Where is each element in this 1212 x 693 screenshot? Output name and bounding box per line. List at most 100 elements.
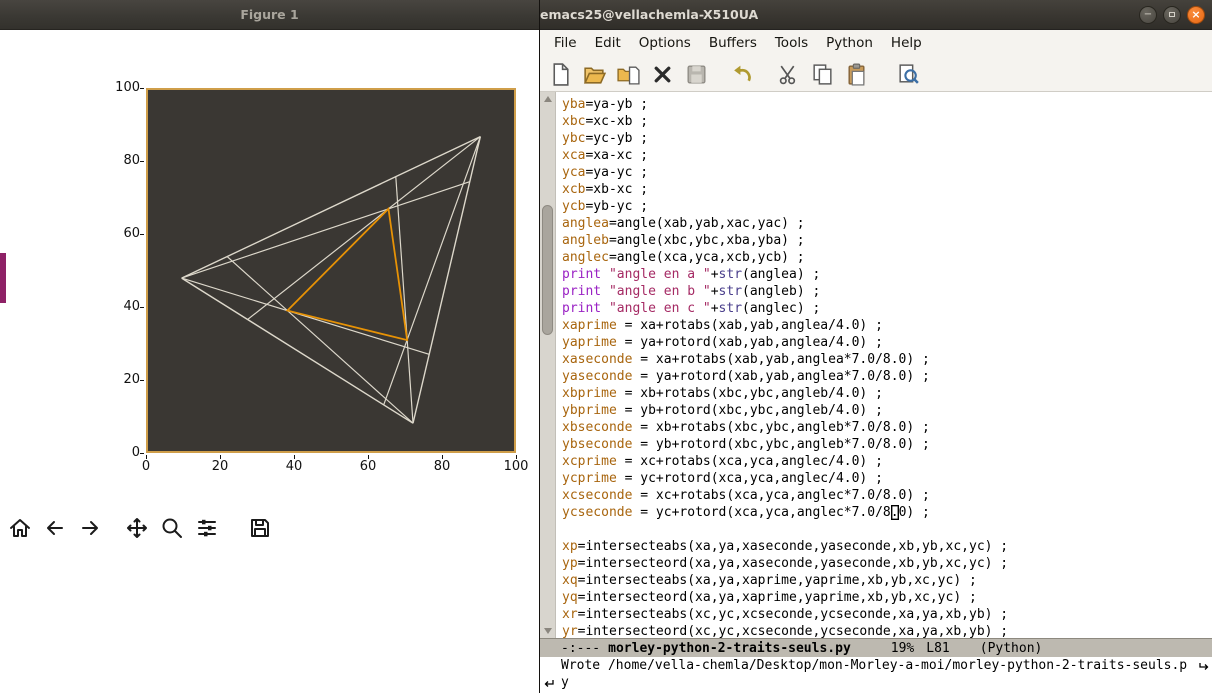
y-tick-mark — [140, 161, 144, 162]
triangle-edge — [412, 136, 482, 424]
code-line: xaseconde = xa+rotabs(xab,yab,anglea*7.0… — [562, 352, 930, 367]
code-line: anglea=angle(xab,yab,xac,yac) ; — [562, 216, 805, 231]
trisector-line — [383, 136, 481, 406]
modeline-line-number: L81 — [926, 640, 950, 656]
menu-help[interactable]: Help — [882, 30, 931, 57]
pan-icon[interactable] — [123, 515, 150, 542]
x-tick-label: 0 — [141, 459, 151, 474]
y-tick-mark — [140, 453, 144, 454]
code-line: yp=intersecteord(xa,ya,xaseconde,yasecon… — [562, 556, 1009, 571]
minimize-button[interactable]: − — [1139, 6, 1157, 24]
y-tick-mark — [140, 307, 144, 308]
trisector-line — [395, 176, 414, 424]
code-line: print "angle en c "+str(anglec) ; — [562, 301, 821, 316]
code-line: xr=intersecteabs(xc,yc,xcseconde,ycsecon… — [562, 607, 1009, 622]
figure-window-title: Figure 1 — [240, 7, 299, 22]
window-buttons: − × — [1139, 6, 1205, 24]
y-tick-mark — [140, 88, 144, 89]
maximize-icon — [1169, 12, 1175, 17]
figure-toolbar — [6, 511, 273, 545]
back-icon[interactable] — [41, 515, 68, 542]
mode-line: -:--- morley-python-2-traits-seuls.py 19… — [540, 638, 1212, 657]
code-line: anglec=angle(xca,yca,xcb,ycb) ; — [562, 250, 805, 265]
menu-options[interactable]: Options — [630, 30, 700, 57]
trisector-line — [226, 256, 414, 424]
x-tick-label: 40 — [285, 459, 303, 474]
figure-window: Figure 1 0 20 40 60 80 100 100 80 60 40 … — [0, 0, 539, 693]
home-icon[interactable] — [6, 515, 33, 542]
close-button[interactable]: × — [1187, 6, 1205, 24]
code-line: xcseconde = xc+rotabs(xca,yca,anglec*7.0… — [562, 488, 930, 503]
modeline-prefix: -:--- — [561, 640, 601, 656]
echo-message-line1: Wrote /home/vella-chemla/Desktop/mon-Mor… — [561, 658, 1188, 673]
open-file-icon[interactable] — [582, 62, 607, 87]
menu-tools[interactable]: Tools — [766, 30, 817, 57]
code-line: xcprime = xc+rotabs(xca,yca,anglec/4.0) … — [562, 454, 883, 469]
code-line: xq=intersecteabs(xa,ya,xaprime,yaprime,x… — [562, 573, 977, 588]
emacs-toolbar — [540, 57, 1212, 92]
plot-axes — [146, 88, 516, 453]
y-tick-label: 20 — [123, 372, 140, 387]
save-buffer-icon[interactable] — [684, 62, 709, 87]
code-line: yba=ya-yb ; — [562, 97, 649, 112]
save-icon[interactable] — [246, 515, 273, 542]
code-line: xbprime = xb+rotabs(xbc,ybc,angleb/4.0) … — [562, 386, 883, 401]
code-line: print "angle en a "+str(anglea) ; — [562, 267, 821, 282]
scroll-up-arrow-icon[interactable] — [544, 96, 552, 102]
emacs-main: yba=ya-yb ; xbc=xc-xb ; ybc=yc-yb ; xca=xa-… — [540, 92, 1212, 638]
code-area[interactable]: yba=ya-yb ; xbc=xc-xb ; ybc=yc-yb ; xca=xa-… — [556, 92, 1212, 638]
emacs-window: emacs25@vellachemla-X510UA − × File Edit… — [539, 0, 1212, 693]
echo-area[interactable]: Wrote /home/vella-chemla/Desktop/mon-Mor… — [540, 657, 1212, 693]
modeline-percent: 19% — [890, 640, 915, 656]
x-tick-label: 80 — [433, 459, 451, 474]
modeline-major-mode: (Python) — [979, 640, 1043, 656]
code-line: ycb=yb-yc ; — [562, 199, 649, 214]
text-cursor: . — [890, 505, 899, 520]
x-tick-label: 20 — [211, 459, 229, 474]
figure-titlebar[interactable]: Figure 1 — [0, 0, 539, 30]
code-line: xaprime = xa+rotabs(xab,yab,anglea/4.0) … — [562, 318, 883, 333]
zoom-icon[interactable] — [158, 515, 185, 542]
line-continuation-icon — [543, 678, 555, 693]
new-file-icon[interactable] — [548, 62, 573, 87]
code-line: ycseconde = yc+rotord(xca,yca,anglec*7.0… — [562, 505, 930, 520]
trisector-line — [247, 136, 481, 321]
y-tick-label: 60 — [123, 226, 140, 241]
menu-edit[interactable]: Edit — [586, 30, 630, 57]
x-tick-mark — [442, 455, 443, 459]
cut-icon[interactable] — [776, 62, 801, 87]
kill-buffer-icon[interactable] — [650, 62, 675, 87]
code-line: ybseconde = yb+rotord(xbc,ybc,angleb*7.0… — [562, 437, 930, 452]
triangle-edge — [181, 135, 481, 279]
x-tick-label: 100 — [503, 459, 529, 474]
menu-file[interactable]: File — [545, 30, 586, 57]
scrollbar-thumb[interactable] — [542, 205, 553, 335]
code-line: yaseconde = ya+rotord(xab,yab,anglea*7.0… — [562, 369, 930, 384]
x-tick-mark — [220, 455, 221, 459]
copy-icon[interactable] — [810, 62, 835, 87]
scroll-down-arrow-icon[interactable] — [544, 628, 552, 634]
undo-icon[interactable] — [730, 62, 755, 87]
code-line: angleb=angle(xbc,ybc,xba,yba) ; — [562, 233, 805, 248]
forward-icon[interactable] — [76, 515, 103, 542]
emacs-titlebar[interactable]: emacs25@vellachemla-X510UA − × — [540, 0, 1212, 30]
maximize-button[interactable] — [1163, 6, 1181, 24]
paste-icon[interactable] — [844, 62, 869, 87]
y-tick-mark — [140, 234, 144, 235]
x-tick-mark — [146, 455, 147, 459]
menu-buffers[interactable]: Buffers — [700, 30, 766, 57]
search-icon[interactable] — [896, 62, 921, 87]
code-line: xp=intersecteabs(xa,ya,xaseconde,yasecon… — [562, 539, 1009, 554]
configure-subplots-icon[interactable] — [193, 515, 220, 542]
scrollbar[interactable] — [540, 92, 556, 638]
dired-icon[interactable] — [616, 62, 641, 87]
code-line: yaprime = ya+rotord(xab,yab,anglea/4.0) … — [562, 335, 883, 350]
code-line: yq=intersecteord(xa,ya,xaprime,yaprime,x… — [562, 590, 977, 605]
code-line: xbseconde = xb+rotabs(xbc,ybc,angleb*7.0… — [562, 420, 930, 435]
background-window-sliver — [0, 253, 6, 303]
y-tick-mark — [140, 380, 144, 381]
code-line: xca=xa-xc ; — [562, 148, 649, 163]
menu-python[interactable]: Python — [817, 30, 882, 57]
x-tick-label: 60 — [359, 459, 377, 474]
